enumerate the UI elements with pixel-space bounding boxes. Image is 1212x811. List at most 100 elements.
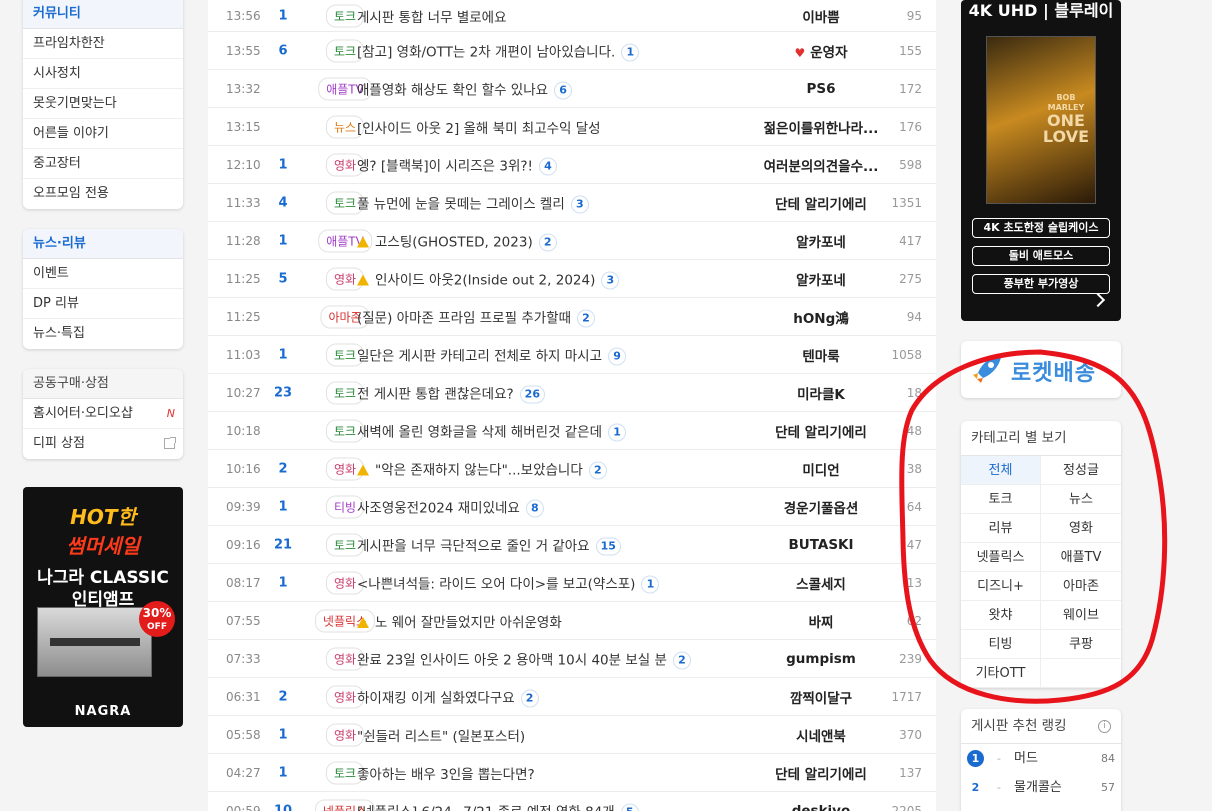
- menu-item-dp-shop[interactable]: 디피 상점: [23, 429, 183, 459]
- comment-count-badge[interactable]: 1: [621, 43, 640, 61]
- post-author[interactable]: BUTASKI: [756, 537, 886, 553]
- post-row[interactable]: 13:32 애플TV 애플영화 해상도 확인 할수 있나요 6 PS6 172: [208, 70, 936, 108]
- post-author[interactable]: 단테 알리기에리: [756, 421, 886, 441]
- menu-head-community[interactable]: 커뮤니티: [23, 0, 183, 29]
- category-link[interactable]: 애플TV: [1041, 543, 1121, 572]
- post-row[interactable]: 10:27 23 토크 전 게시판 통합 괜찮은데요? 26 미라클K 18: [208, 374, 936, 412]
- post-row[interactable]: 13:15 뉴스 [인사이드 아웃 2] 올해 북미 최고수익 달성 젊은이를위한나라…: [208, 108, 936, 146]
- rocket-delivery-banner[interactable]: 로켓배송: [961, 341, 1121, 398]
- comment-count-badge[interactable]: 3: [570, 195, 589, 213]
- post-row[interactable]: 07:33 영화 완료 23일 인사이드 아웃 2 용아맥 10시 40분 보실 분…: [208, 640, 936, 678]
- post-author[interactable]: hONg鴻: [756, 307, 886, 327]
- post-row[interactable]: 07:55 넷플릭스 노 웨어 잘만들었지만 아쉬운영화 바찌 62: [208, 602, 936, 640]
- post-row[interactable]: 11:25 아마존 (질문) 아마존 프라임 프로필 추가할때 2 hONg鴻 94: [208, 298, 936, 336]
- post-author[interactable]: 젊은이를위한나라...: [756, 117, 886, 137]
- category-link[interactable]: 디즈니+: [961, 572, 1041, 601]
- post-title-link[interactable]: "악은 존재하지 않는다"...보았습니다 2: [357, 458, 607, 479]
- comment-count-badge[interactable]: 2: [520, 689, 539, 707]
- post-author[interactable]: PS6: [756, 81, 886, 97]
- category-link[interactable]: 넷플릭스: [961, 543, 1041, 572]
- menu-item-market[interactable]: 중고장터: [23, 149, 183, 179]
- post-title-link[interactable]: 엥? [블랙북]이 시리즈은 3위?! 4: [357, 154, 557, 175]
- comment-count-badge[interactable]: 3: [601, 271, 620, 289]
- post-author[interactable]: 경운기풀옵션: [756, 497, 886, 517]
- comment-count-badge[interactable]: 26: [519, 385, 545, 403]
- post-title-link[interactable]: 인사이드 아웃2(Inside out 2, 2024) 3: [357, 268, 620, 289]
- post-author[interactable]: 단테 알리기에리: [756, 763, 886, 783]
- comment-count-badge[interactable]: 9: [608, 347, 627, 365]
- post-row[interactable]: 08:17 1 영화 <나쁜녀석들: 라이드 오어 다이>를 보고(약스포) 1 스콜세지…: [208, 564, 936, 602]
- post-author[interactable]: 텐마룩: [756, 345, 886, 365]
- post-author[interactable]: 여러분의의견을수...: [756, 155, 886, 175]
- ad-banner-nagra[interactable]: HOT한 썸머세일 나그라 CLASSIC 인티앰프 30% OFF NAGRA: [23, 487, 183, 727]
- comment-count-badge[interactable]: 2: [538, 233, 557, 251]
- post-title-link[interactable]: 게시판을 너무 극단적으로 줄인 거 같아요 15: [357, 534, 621, 555]
- menu-item-offline[interactable]: 오프모임 전용: [23, 179, 183, 209]
- post-author[interactable]: deskiyo: [756, 803, 886, 811]
- post-title-link[interactable]: "쉰들러 리스트" (일본포스터): [357, 725, 525, 745]
- post-row[interactable]: 00:5910넷플릭스[넷플릭스] 6/24~7/21 종료 예정 영화 84개…: [208, 792, 936, 811]
- post-title-link[interactable]: 사조영웅전2024 재미있네요 8: [357, 496, 544, 517]
- post-author[interactable]: 바찌: [756, 611, 886, 631]
- post-title-link[interactable]: 일단은 게시판 카테고리 전체로 하지 마시고 9: [357, 344, 627, 365]
- post-title-link[interactable]: [참고] 영화/OTT는 2차 개편이 남아있습니다. 1: [357, 40, 640, 61]
- post-title-link[interactable]: 새벽에 올린 영화글을 삭제 해버린것 같은데 1: [357, 420, 627, 441]
- comment-count-badge[interactable]: 4: [538, 157, 557, 175]
- comment-count-badge[interactable]: 1: [608, 423, 627, 441]
- comment-count-badge[interactable]: 2: [577, 309, 595, 327]
- comment-count-badge[interactable]: 8: [525, 499, 544, 517]
- post-title-link[interactable]: 게시판 통합 너무 별로에요: [357, 6, 507, 26]
- post-row[interactable]: 09:39 1 티빙 사조영웅전2024 재미있네요 8 경운기풀옵션 64: [208, 488, 936, 526]
- menu-item-humor[interactable]: 못웃기면맞는다: [23, 89, 183, 119]
- post-author[interactable]: 미디언: [756, 459, 886, 479]
- post-title-link[interactable]: 풀 뉴먼에 눈을 못떼는 그레이스 켈리 3: [357, 192, 589, 213]
- menu-item-hometheater[interactable]: 홈시어터·오디오샵 N: [23, 399, 183, 429]
- category-link[interactable]: 전체: [961, 456, 1041, 485]
- post-author[interactable]: 미라클K: [756, 383, 886, 403]
- post-title-link[interactable]: 전 게시판 통합 괜찮은데요? 26: [357, 382, 545, 403]
- menu-item-politics[interactable]: 시사정치: [23, 59, 183, 89]
- post-row[interactable]: 10:18 토크 새벽에 올린 영화글을 삭제 해버린것 같은데 1 단테 알리기에리 4…: [208, 412, 936, 450]
- post-author[interactable]: 이바쁨: [756, 6, 886, 26]
- post-row[interactable]: 13:56 1 토크 게시판 통합 너무 별로에요 이바쁨 95: [208, 0, 936, 32]
- comment-count-badge[interactable]: 2: [588, 461, 607, 479]
- menu-item-adults[interactable]: 어른들 이야기: [23, 119, 183, 149]
- category-link[interactable]: 영화: [1041, 514, 1121, 543]
- menu-head-news-review[interactable]: 뉴스·리뷰: [23, 229, 183, 259]
- post-author[interactable]: 깜찍이달구: [756, 687, 886, 707]
- chevron-right-icon[interactable]: [1090, 292, 1106, 308]
- post-author[interactable]: 시네앤북: [756, 725, 886, 745]
- post-row[interactable]: 04:27 1 토크 좋아하는 배우 3인을 뽑는다면? 단테 알리기에리 137: [208, 754, 936, 792]
- post-row[interactable]: 11:25 5 영화 인사이드 아웃2(Inside out 2, 2024) 3 알카포…: [208, 260, 936, 298]
- ranking-row[interactable]: 1- 머드 84: [961, 744, 1121, 773]
- category-link[interactable]: 웨이브: [1041, 601, 1121, 630]
- post-author[interactable]: ♥ 운영자: [756, 41, 886, 61]
- post-title-link[interactable]: 노 웨어 잘만들었지만 아쉬운영화: [357, 611, 562, 631]
- post-title-link[interactable]: 고스팅(GHOSTED, 2023) 2: [357, 230, 557, 251]
- comment-count-badge[interactable]: 2: [672, 651, 691, 669]
- post-row[interactable]: 05:58 1 영화 "쉰들러 리스트" (일본포스터) 시네앤북 370: [208, 716, 936, 754]
- comment-count-badge[interactable]: 15: [595, 537, 621, 555]
- post-author[interactable]: 알카포네: [756, 269, 886, 289]
- post-author[interactable]: 스콜세지: [756, 573, 886, 593]
- post-row[interactable]: 10:16 2 영화 "악은 존재하지 않는다"...보았습니다 2 미디언 38: [208, 450, 936, 488]
- category-link[interactable]: 티빙: [961, 630, 1041, 659]
- post-title-link[interactable]: 애플영화 해상도 확인 할수 있나요 6: [357, 78, 573, 99]
- post-title-link[interactable]: (질문) 아마존 프라임 프로필 추가할때 2: [357, 306, 595, 327]
- category-link[interactable]: 왓챠: [961, 601, 1041, 630]
- post-title-link[interactable]: 하이재킹 이게 실화였다구요 2: [357, 686, 539, 707]
- category-link[interactable]: 리뷰: [961, 514, 1041, 543]
- ranking-row[interactable]: 2 - 물개콜슨 57: [961, 773, 1121, 802]
- category-link[interactable]: 토크: [961, 485, 1041, 514]
- post-row[interactable]: 11:33 4 토크 풀 뉴먼에 눈을 못떼는 그레이스 켈리 3 단테 알리기에리 135…: [208, 184, 936, 222]
- category-link[interactable]: 아마존: [1041, 572, 1121, 601]
- ad-banner-bluray[interactable]: 4K UHD | 블루레이 BOB MARLEY ONE LOVE 4K 초도한…: [961, 0, 1121, 321]
- post-row[interactable]: 06:31 2 영화 하이재킹 이게 실화였다구요 2 깜찍이달구 1717: [208, 678, 936, 716]
- menu-head-shop[interactable]: 공동구매·상점: [23, 369, 183, 399]
- post-title-link[interactable]: [인사이드 아웃 2] 올해 북미 최고수익 달성: [357, 117, 601, 137]
- category-link[interactable]: 기타OTT: [961, 659, 1041, 688]
- post-author[interactable]: 단테 알리기에리: [756, 193, 886, 213]
- post-title-link[interactable]: 완료 23일 인사이드 아웃 2 용아맥 10시 40분 보실 분 2: [357, 648, 691, 669]
- post-row[interactable]: 11:28 1 애플TV 고스팅(GHOSTED, 2023) 2 알카포네 417: [208, 222, 936, 260]
- post-title-link[interactable]: <나쁜녀석들: 라이드 오어 다이>를 보고(약스포) 1: [357, 572, 660, 593]
